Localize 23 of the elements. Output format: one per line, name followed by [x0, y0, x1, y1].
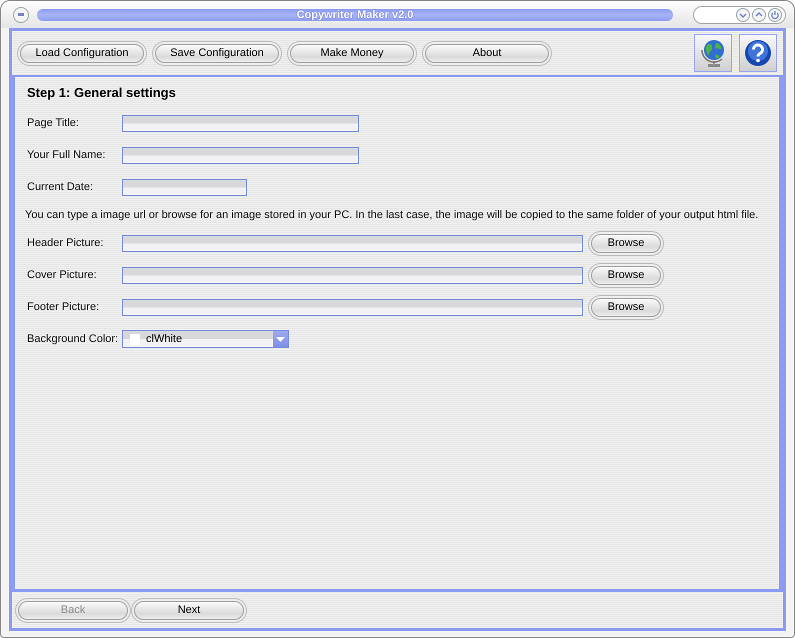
window-title: Copywriter Maker v2.0 [37, 8, 673, 20]
globe-icon[interactable] [694, 34, 732, 72]
field-label: Page Title: [27, 117, 80, 129]
field-label: Current Date: [27, 181, 94, 193]
help-text: You can type a image url or browse for an image stored in your PC. In the last case, the image will be copied to the same folder of your output html file. [25, 208, 758, 223]
field-label: Header Picture: [27, 237, 104, 249]
maximize-icon[interactable] [752, 8, 766, 22]
path-field[interactable] [122, 234, 583, 252]
text-field[interactable] [122, 146, 359, 164]
system-menu-icon[interactable] [13, 6, 29, 22]
field-label: Footer Picture: [27, 301, 100, 313]
field-label: Background Color: [27, 333, 120, 345]
date-field[interactable] [122, 178, 247, 196]
field-label: Cover Picture: [27, 269, 98, 281]
step-heading: Step 1: General settings [27, 85, 177, 100]
color-dropdown[interactable]: clWhite [122, 330, 289, 348]
minimize-icon[interactable] [736, 8, 750, 22]
text-field[interactable] [122, 114, 359, 132]
field-label: Your Full Name: [27, 149, 106, 161]
path-field[interactable] [122, 266, 583, 284]
path-field[interactable] [122, 298, 583, 316]
help-icon[interactable] [739, 34, 777, 72]
power-icon[interactable] [768, 8, 782, 22]
